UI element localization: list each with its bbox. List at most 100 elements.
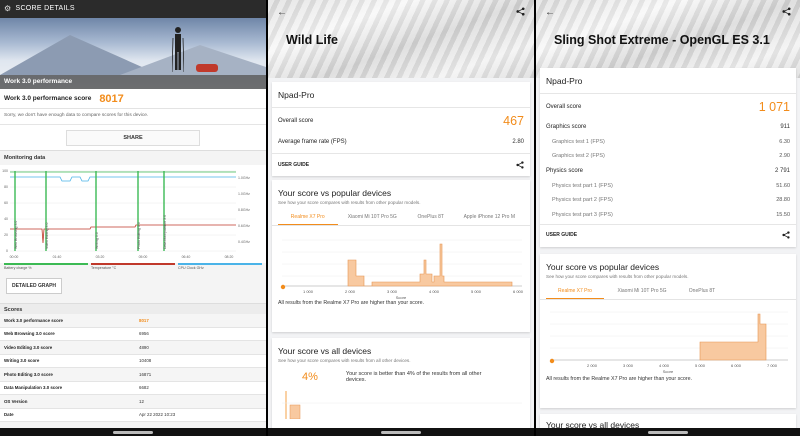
wild-life-panel: ← Wild Life Npad-Pro Overall score 467 A… xyxy=(268,0,534,436)
share-icon[interactable] xyxy=(782,231,790,239)
monitoring-chart-svg: 100 80 60 40 20 0 00:00 01:40 03:20 05:00 06:40 08… xyxy=(2,169,250,259)
row-value: 911 xyxy=(780,124,790,131)
score-name: Work 3.0 performance score xyxy=(4,317,63,323)
share-icon[interactable] xyxy=(516,7,525,16)
phase-annotation: Writing 3.0 xyxy=(95,232,99,249)
detailed-graph-button[interactable]: DETAILED GRAPH xyxy=(6,278,62,294)
row-label: Graphics score xyxy=(546,124,587,131)
score-row: Data Manipulation 3.0 score 6682 xyxy=(0,382,266,395)
score-row: Web Browsing 3.0 score 6956 xyxy=(0,328,266,341)
score-row: Graphics score 911 xyxy=(540,120,796,135)
score-name: Writing 3.0 score xyxy=(4,358,40,364)
popular-devices-footnote: All results from the Realme X7 Pro are h… xyxy=(546,376,693,382)
page-title: SCORE DETAILS xyxy=(15,5,75,12)
tab-xiaomi-mi-10t-pro[interactable]: Xiaomi Mi 10T Pro 5G xyxy=(604,288,680,299)
subtest-row: Physics test part 2 (FPS) 28.80 xyxy=(540,193,796,208)
user-guide-link[interactable]: USER GUIDE xyxy=(278,162,309,168)
row-value: 15.50 xyxy=(776,211,790,218)
x-tick-label: 4 000 xyxy=(659,363,670,368)
x-tick-label: 4 000 xyxy=(429,289,440,294)
tab-xiaomi-mi-10t-pro[interactable]: Xiaomi Mi 10T Pro 5G xyxy=(338,214,407,225)
hero-banner: ← Wild Life xyxy=(268,0,534,78)
user-guide-link[interactable]: USER GUIDE xyxy=(546,232,577,238)
score-value: 12 xyxy=(139,398,144,404)
all-devices-desc: See how your score compares with results… xyxy=(278,358,411,363)
score-row: Date Apr 22 2022 10:23 xyxy=(0,409,266,422)
popular-devices-card: Your score vs popular devices See how yo… xyxy=(540,254,796,408)
share-button[interactable]: SHARE xyxy=(66,130,200,146)
comparison-note: Sorry, we don't have enough data to comp… xyxy=(0,109,266,125)
tab-apple-iphone-12-pro[interactable]: Apple iPhone 12 Pro M xyxy=(455,214,524,225)
tab-realme-x7-pro[interactable]: Realme X7 Pro xyxy=(278,214,338,225)
device-tabs: Realme X7 Pro Xiaomi Mi 10T Pro 5G OnePl… xyxy=(272,214,530,226)
popular-devices-footnote: All results from the Realme X7 Pro are h… xyxy=(278,300,425,306)
right-axis-tick-label: 0.8GHz xyxy=(238,208,250,212)
scores-table: Work 3.0 performance score 8017 Web Browsi… xyxy=(0,314,266,422)
fps-row: Average frame rate (FPS) 2.80 xyxy=(272,134,530,150)
popular-devices-card: Your score vs popular devices See how yo… xyxy=(272,180,530,332)
row-value: 2.90 xyxy=(779,153,790,160)
home-indicator[interactable] xyxy=(648,431,688,434)
score-rows: Graphics score 911 Graphics test 1 (FPS) 6.… xyxy=(540,120,796,222)
x-tick-label: 08:20 xyxy=(225,255,234,259)
score-row: Physics score 2 791 xyxy=(540,164,796,179)
chart-legend: Battery charge % Temperature °C CPU Cloc… xyxy=(0,263,266,270)
popular-devices-desc: See how your score compares with results… xyxy=(278,200,421,205)
score-details-panel: ⚙ SCORE DETAILS Work 3.0 performance Wor… xyxy=(0,0,266,436)
fps-value: 2.80 xyxy=(512,139,524,145)
score-row: OS Version 12 xyxy=(0,395,266,409)
fps-label: Average frame rate (FPS) xyxy=(278,139,347,145)
row-value: 6.30 xyxy=(779,138,790,145)
score-name: Data Manipulation 3.0 score xyxy=(4,385,63,391)
home-indicator[interactable] xyxy=(113,431,153,434)
score-value: Apr 22 2022 10:23 xyxy=(139,412,176,418)
hero-banner: ← Sling Shot Extreme - OpenGL ES 3.1 xyxy=(536,0,800,78)
tab-oneplus-8t[interactable]: OnePlus 8T xyxy=(680,288,724,299)
legend-cpu-clock: CPU Clock GHz xyxy=(178,263,262,270)
share-icon[interactable] xyxy=(516,160,524,169)
subtest-row: Physics test part 3 (FPS) 15.50 xyxy=(540,208,796,223)
subtest-row: Physics test part 1 (FPS) 51.60 xyxy=(540,178,796,193)
overall-score-row: Overall score 467 xyxy=(272,108,530,134)
phase-annotation: Data Manipulation 3.0 xyxy=(163,215,167,249)
x-tick-label: 06:40 xyxy=(182,255,191,259)
back-arrow-icon[interactable]: ← xyxy=(545,7,555,18)
row-label: Physics test part 1 (FPS) xyxy=(552,182,613,189)
y-tick-label: 20 xyxy=(4,233,8,237)
sled-illustration xyxy=(196,64,218,72)
score-name: Photo Editing 3.0 score xyxy=(4,371,53,377)
score-row: Video Editing 3.0 score 4890 xyxy=(0,341,266,355)
tab-realme-x7-pro[interactable]: Realme X7 Pro xyxy=(546,288,604,299)
user-guide-row[interactable]: USER GUIDE xyxy=(272,153,530,175)
x-tick-label: 01:40 xyxy=(53,255,62,259)
tab-oneplus-8t[interactable]: OnePlus 8T xyxy=(407,214,455,225)
back-arrow-icon[interactable]: ← xyxy=(277,7,287,18)
sling-shot-panel: ← Sling Shot Extreme - OpenGL ES 3.1 Npa… xyxy=(536,0,800,436)
row-value: 28.80 xyxy=(776,197,790,204)
score-value: 6682 xyxy=(139,385,149,391)
user-guide-row[interactable]: USER GUIDE xyxy=(540,224,796,244)
device-tabs: Realme X7 Pro Xiaomi Mi 10T Pro 5G OnePl… xyxy=(540,288,796,300)
score-name: Date xyxy=(4,412,14,418)
home-indicator[interactable] xyxy=(381,431,421,434)
overall-score-value: 467 xyxy=(503,114,524,128)
scores-title: Scores xyxy=(0,303,266,314)
all-devices-title: Your score vs all devices xyxy=(278,346,372,356)
share-icon[interactable] xyxy=(782,7,791,16)
hero-image: Work 3.0 performance xyxy=(0,18,266,89)
score-details-icon: ⚙ xyxy=(4,4,12,13)
popular-devices-title: Your score vs popular devices xyxy=(278,188,392,198)
performance-score: Work 3.0 performance score 8017 xyxy=(0,89,266,109)
popular-devices-title: Your score vs popular devices xyxy=(546,262,660,272)
overall-score-label: Overall score xyxy=(546,104,582,110)
monitoring-chart: 100 80 60 40 20 0 00:00 01:40 03:20 05:00 06:40 08… xyxy=(0,165,266,263)
overall-score-row: Overall score 1 071 xyxy=(540,94,796,120)
all-devices-text: Your score is better than 4% of the resu… xyxy=(345,371,482,383)
x-tick-label: 2 000 xyxy=(587,363,598,368)
popular-devices-desc: See how your score compares with results… xyxy=(546,274,689,279)
overall-score-value: 1 071 xyxy=(758,100,790,114)
right-axis-tick-label: 0.6GHz xyxy=(238,224,250,228)
y-tick-label: 100 xyxy=(2,169,8,173)
row-label: Graphics test 1 (FPS) xyxy=(552,138,605,145)
score-row: Photo Editing 3.0 score 16871 xyxy=(0,368,266,382)
